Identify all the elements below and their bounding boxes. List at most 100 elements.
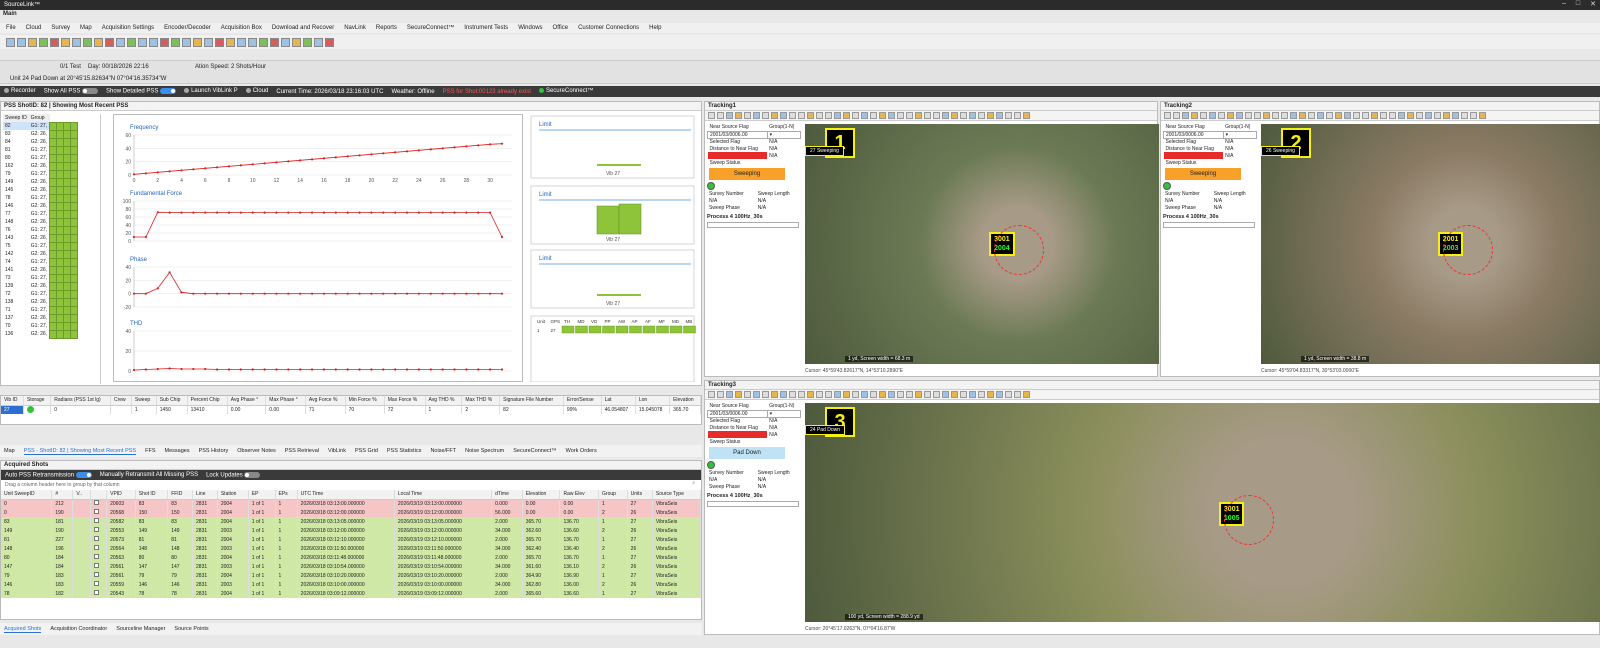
pss-list-row[interactable]: 71 G1: 27,: [3, 305, 79, 315]
pss-list-row[interactable]: 80 G1: 27,: [3, 153, 79, 163]
map-tool-icon[interactable]: [1398, 112, 1405, 119]
toolbar-tool-icon[interactable]: [61, 37, 70, 47]
pss-detail-col[interactable]: Elevation: [669, 396, 701, 406]
map-tool-icon[interactable]: [861, 112, 868, 119]
map-tool-icon[interactable]: [735, 391, 742, 398]
pss-list-row[interactable]: 73 G1: 27,: [3, 273, 79, 283]
recorder-toggle[interactable]: Recorder: [4, 88, 36, 95]
row-checkbox[interactable]: [90, 553, 108, 562]
acquired-col-header[interactable]: Raw Elev: [559, 490, 600, 500]
menu-item-1[interactable]: Cloud: [26, 25, 42, 31]
map-tool-icon[interactable]: [753, 112, 760, 119]
map-tool-icon[interactable]: [771, 112, 778, 119]
map-tool-icon[interactable]: [1344, 112, 1351, 119]
map-tool-icon[interactable]: [1218, 112, 1225, 119]
bottom-tab-3[interactable]: Messages: [165, 448, 190, 454]
pss-detail-col[interactable]: Max Phase °: [265, 396, 306, 406]
pss-detail-col[interactable]: Lon: [635, 396, 671, 406]
map-tool-icon[interactable]: [942, 391, 949, 398]
map-tool-icon[interactable]: [1005, 391, 1012, 398]
auto-pss-toggle[interactable]: Auto PSS Retransmission: [5, 471, 92, 478]
acquired-col-header[interactable]: FFID: [167, 490, 194, 500]
menu-item-5[interactable]: Encoder/Decoder: [164, 25, 211, 31]
map-tool-icon[interactable]: [951, 391, 958, 398]
acquired-col-header[interactable]: dTime: [491, 490, 523, 500]
map-view[interactable]: 3 24 Pad Down 3001 1005 100 yd, Screen wi…: [805, 403, 1600, 622]
map-tool-icon[interactable]: [843, 391, 850, 398]
map-tool-icon[interactable]: [1380, 112, 1387, 119]
map-tool-icon[interactable]: [1335, 112, 1342, 119]
toolbar-tool-icon[interactable]: [314, 37, 323, 47]
toolbar-tool-icon[interactable]: [83, 37, 92, 47]
map-tool-icon[interactable]: [987, 112, 994, 119]
bottom-tab-5[interactable]: Observer Notes: [237, 448, 276, 454]
toolbar-tool-icon[interactable]: [72, 37, 81, 47]
pss-detail-col[interactable]: Sub Chip: [156, 396, 188, 406]
pss-col-header[interactable]: Sweep ID: [3, 114, 29, 122]
search-icon[interactable]: ⌕: [692, 480, 695, 486]
map-tool-icon[interactable]: [987, 391, 994, 398]
footer-tab-1[interactable]: Acquisition Coordinator: [50, 626, 107, 632]
row-checkbox[interactable]: [90, 508, 108, 517]
map-tool-icon[interactable]: [717, 391, 724, 398]
toolbar-tool-icon[interactable]: [171, 37, 180, 47]
map-tool-icon[interactable]: [1479, 112, 1486, 119]
row-checkbox[interactable]: [90, 589, 108, 598]
map-tool-icon[interactable]: [1470, 112, 1477, 119]
map-tool-icon[interactable]: [1443, 112, 1450, 119]
map-tool-icon[interactable]: [744, 112, 751, 119]
map-tool-icon[interactable]: [915, 391, 922, 398]
map-tool-icon[interactable]: [1164, 112, 1171, 119]
pss-list-row[interactable]: 138 G2: 26,: [3, 297, 79, 307]
toolbar-tool-icon[interactable]: [270, 37, 279, 47]
toolbar-tool-icon[interactable]: [28, 37, 37, 47]
near-flag-value[interactable]: 2001/03/0006.00: [1163, 130, 1224, 139]
pss-list[interactable]: Sweep ID Group 82 G1: 27, 83 G2: 26, 84 G2: 26,…: [3, 114, 101, 384]
menu-item-2[interactable]: Survey: [51, 25, 70, 31]
pss-detail-col[interactable]: Avg Phase °: [227, 396, 267, 406]
map-tool-icon[interactable]: [1263, 112, 1270, 119]
pss-list-row[interactable]: 142 G2: 26,: [3, 249, 79, 259]
map-tool-icon[interactable]: [969, 112, 976, 119]
map-tool-icon[interactable]: [708, 391, 715, 398]
acquired-col-header[interactable]: #: [51, 490, 74, 500]
map-tool-icon[interactable]: [1299, 112, 1306, 119]
table-row[interactable]: 148 196 20564 148 148 2831 2003 1 of 1 1 2026/03/…: [1, 544, 702, 553]
pss-list-row[interactable]: 148 G2: 26,: [3, 217, 79, 227]
bottom-tab-2[interactable]: FFS: [145, 448, 155, 454]
map-tool-icon[interactable]: [780, 112, 787, 119]
pss-list-row[interactable]: 81 G1: 27,: [3, 145, 79, 155]
acquired-col-header[interactable]: Local Time: [394, 490, 493, 500]
map-tool-icon[interactable]: [1326, 112, 1333, 119]
map-tool-icon[interactable]: [933, 391, 940, 398]
pss-detail-col[interactable]: Sweep: [131, 396, 157, 406]
map-tool-icon[interactable]: [1014, 112, 1021, 119]
map-tool-icon[interactable]: [1236, 112, 1243, 119]
group-select[interactable]: ▾: [766, 130, 802, 139]
row-checkbox[interactable]: [90, 571, 108, 580]
near-flag-value[interactable]: 2001/03/0006.00: [707, 130, 768, 139]
map-tool-icon[interactable]: [1254, 112, 1261, 119]
acquired-col-header[interactable]: Station: [217, 490, 249, 500]
group-select[interactable]: ▾: [766, 409, 802, 418]
acquired-col-header[interactable]: Line: [192, 490, 218, 500]
toolbar-tool-icon[interactable]: [39, 37, 48, 47]
map-tool-icon[interactable]: [807, 112, 814, 119]
menu-item-4[interactable]: Acquisition Settings: [102, 25, 154, 31]
toolbar-tool-icon[interactable]: [138, 37, 147, 47]
map-tool-icon[interactable]: [888, 391, 895, 398]
map-tool-icon[interactable]: [1281, 112, 1288, 119]
pss-detail-col[interactable]: Error/Sense: [563, 396, 602, 406]
pss-list-row[interactable]: 162 G2: 26,: [3, 161, 79, 171]
menu-item-14[interactable]: Customer Connections: [578, 25, 639, 31]
toolbar-tool-icon[interactable]: [292, 37, 301, 47]
bottom-tab-13[interactable]: Work Orders: [566, 448, 597, 454]
acquired-col-header[interactable]: Group: [598, 490, 628, 500]
cloud-button[interactable]: Cloud: [245, 88, 268, 95]
near-flag-value[interactable]: 2001/03/0006.00: [707, 409, 768, 418]
toolbar-tool-icon[interactable]: [303, 37, 312, 47]
map-tool-icon[interactable]: [852, 391, 859, 398]
pss-list-row[interactable]: 137 G2: 26,: [3, 313, 79, 323]
acquired-col-header[interactable]: Source Type: [652, 490, 702, 500]
toolbar-tool-icon[interactable]: [226, 37, 235, 47]
